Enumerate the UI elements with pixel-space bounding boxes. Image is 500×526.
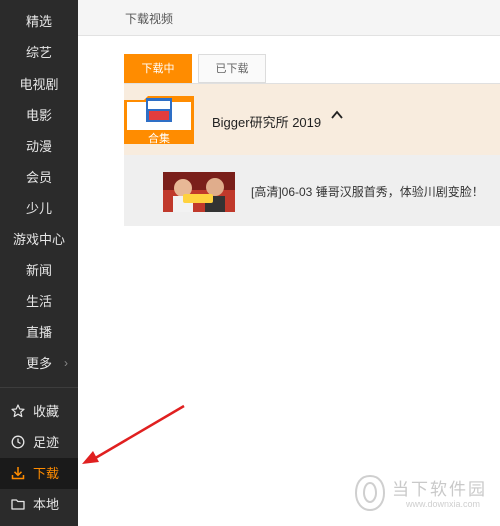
video-title: [高清]06-03 锤哥汉服首秀，体验川剧变脸！ (251, 185, 484, 199)
sidebar-item-tv-series[interactable]: 电视剧 (0, 69, 78, 100)
sidebar-item-downloads[interactable]: 下载 (0, 458, 78, 489)
annotation-arrow (82, 404, 185, 464)
sidebar-divider (0, 387, 78, 388)
sidebar-item-favorites[interactable]: 收藏 (0, 396, 78, 427)
watermark-url: www.downxia.com (406, 499, 481, 509)
chevron-up-icon[interactable] (330, 108, 344, 122)
sidebar-item-local-label: 本地 (33, 497, 60, 512)
tab-downloading[interactable]: 下载中 (124, 54, 192, 83)
watermark-text: 当下软件园 (392, 480, 487, 499)
sidebar-item-downloads-label: 下载 (33, 466, 60, 481)
collection-row[interactable]: 合集 Bigger研究所 2019 (124, 84, 500, 155)
sidebar-item-more[interactable]: 更多 › (0, 348, 78, 379)
sidebar-item-movies[interactable]: 电影 (0, 100, 78, 131)
star-icon (11, 404, 25, 418)
sidebar-item-live[interactable]: 直播 (0, 317, 78, 348)
sidebar: 精选 综艺 电视剧 电影 动漫 会员 少儿 游戏中心 新闻 生活 直播 更多 ›… (0, 0, 78, 526)
sidebar-item-local[interactable]: 本地 (0, 489, 78, 520)
clock-icon (11, 435, 25, 449)
sidebar-item-more-label: 更多 (26, 356, 53, 371)
header-bar: 下载视频 (78, 0, 500, 36)
sidebar-item-history[interactable]: 足迹 (0, 427, 78, 458)
video-thumbnail (163, 172, 235, 212)
sidebar-item-game-center[interactable]: 游戏中心 (0, 224, 78, 255)
sidebar-item-news[interactable]: 新闻 (0, 255, 78, 286)
collection-badge: 合集 (148, 133, 170, 145)
video-row[interactable]: [高清]06-03 锤哥汉服首秀，体验川剧变脸！ (124, 155, 500, 226)
watermark: 当下软件园 www.downxia.com (350, 466, 495, 521)
sidebar-item-life[interactable]: 生活 (0, 286, 78, 317)
sidebar-item-variety[interactable]: 综艺 (0, 37, 78, 68)
download-icon (11, 467, 25, 480)
sidebar-item-history-label: 足迹 (33, 435, 60, 450)
chevron-right-icon: › (64, 356, 68, 370)
watermark-logo-icon (354, 474, 386, 512)
sidebar-item-featured[interactable]: 精选 (0, 6, 78, 37)
folder-icon (11, 499, 25, 510)
sidebar-item-anime[interactable]: 动漫 (0, 131, 78, 162)
collection-title: Bigger研究所 2019 (212, 115, 322, 130)
sidebar-item-favorites-label: 收藏 (33, 404, 60, 419)
sidebar-item-kids[interactable]: 少儿 (0, 193, 78, 224)
page-title: 下载视频 (125, 12, 174, 26)
sidebar-item-vip[interactable]: 会员 (0, 162, 78, 193)
tab-downloaded[interactable]: 已下载 (198, 54, 266, 83)
